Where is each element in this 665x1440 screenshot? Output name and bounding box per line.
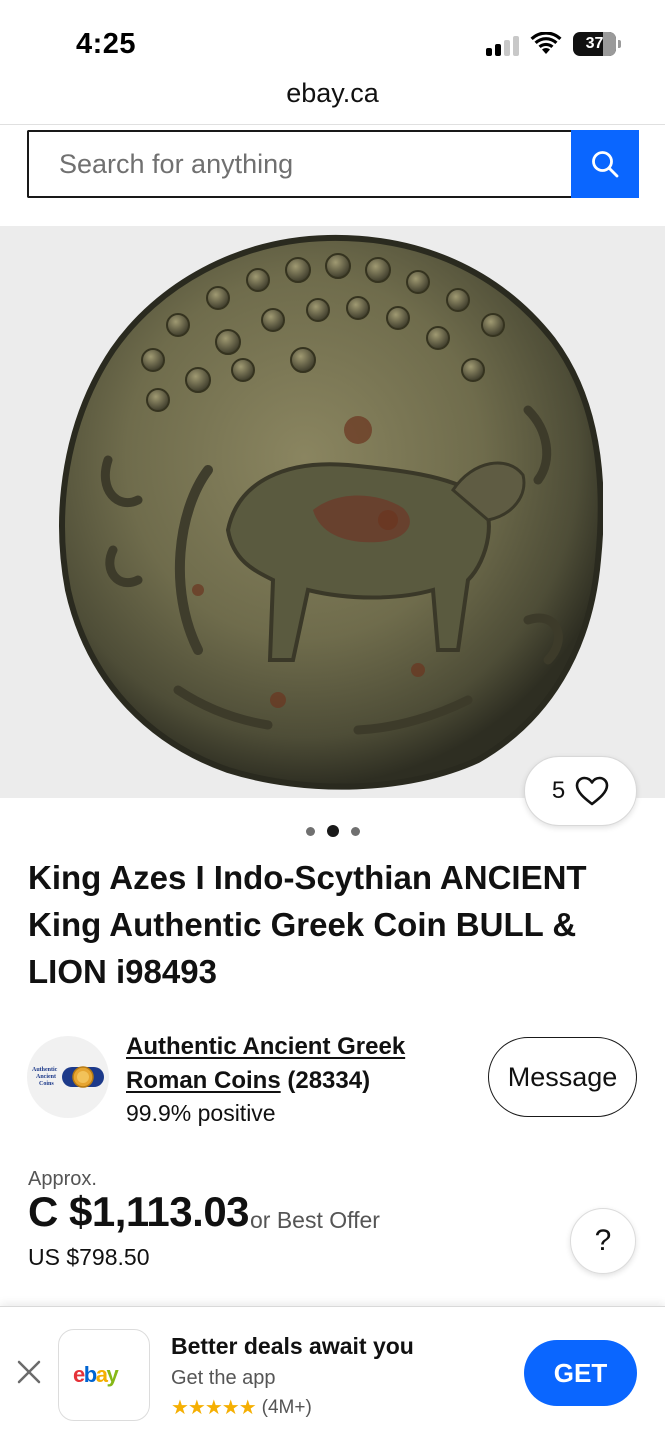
- heart-icon: [575, 776, 609, 806]
- search-bar: [27, 130, 639, 198]
- banner-title: Better deals await you: [171, 1333, 414, 1359]
- watch-button[interactable]: 5: [524, 756, 637, 826]
- message-seller-button[interactable]: Message: [488, 1037, 637, 1117]
- seller-avatar[interactable]: Authentic Ancient Coins: [27, 1036, 109, 1118]
- pagination-dot[interactable]: [305, 826, 315, 836]
- battery-icon: 37: [573, 32, 621, 56]
- star-rating-icon: ★★★★★: [171, 1397, 257, 1419]
- listing-title: King Azes I Indo-Scythian ANCIENT King A…: [28, 859, 587, 990]
- seller-name: Authentic Ancient Greek Roman Coins (283…: [126, 1030, 466, 1098]
- best-offer-label: or Best Offer: [250, 1207, 380, 1233]
- status-time: 4:25: [76, 28, 137, 60]
- battery-level: 37: [585, 35, 604, 52]
- coin-image: [59, 234, 603, 790]
- ebay-logo: ebay: [73, 1362, 121, 1387]
- us-price: US $798.50: [28, 1244, 150, 1270]
- search-input[interactable]: [27, 130, 573, 198]
- pagination-dot-active[interactable]: [326, 825, 339, 837]
- banner-subtitle: Get the app: [171, 1367, 276, 1389]
- search-icon: [592, 151, 619, 178]
- url-divider: [0, 124, 665, 125]
- help-button[interactable]: ?: [570, 1208, 636, 1274]
- svg-text:Coins: Coins: [39, 1081, 54, 1087]
- wifi-icon: [530, 32, 562, 54]
- seller-feedback-count: (28334): [287, 1067, 371, 1094]
- search-button[interactable]: [571, 130, 639, 198]
- svg-text:Ancient: Ancient: [36, 1074, 56, 1080]
- image-pagination: [0, 824, 665, 838]
- cellular-signal-icon: [486, 34, 520, 56]
- price-amount: C $1,113.03: [28, 1188, 250, 1235]
- seller-logo: Authentic Ancient Coins: [32, 1066, 104, 1088]
- watch-count: 5: [551, 777, 566, 804]
- product-image-gallery[interactable]: [0, 226, 665, 798]
- pagination-dot[interactable]: [350, 826, 360, 836]
- get-app-button[interactable]: GET: [524, 1340, 637, 1406]
- svg-text:Authentic: Authentic: [32, 1067, 58, 1073]
- status-bar: 4:25 37: [0, 0, 665, 80]
- ebay-app-icon[interactable]: ebay: [58, 1329, 150, 1421]
- app-install-banner: ebay Better deals await you Get the app …: [0, 1306, 665, 1440]
- seller-positive-feedback: 99.9% positive: [126, 1100, 276, 1126]
- rating-count: (4M+): [261, 1396, 312, 1418]
- browser-url[interactable]: ebay.ca: [0, 78, 665, 124]
- app-rating: ★★★★★ (4M+): [171, 1395, 312, 1420]
- close-icon[interactable]: [14, 1357, 44, 1387]
- svg-text:ebay: ebay: [73, 1362, 119, 1387]
